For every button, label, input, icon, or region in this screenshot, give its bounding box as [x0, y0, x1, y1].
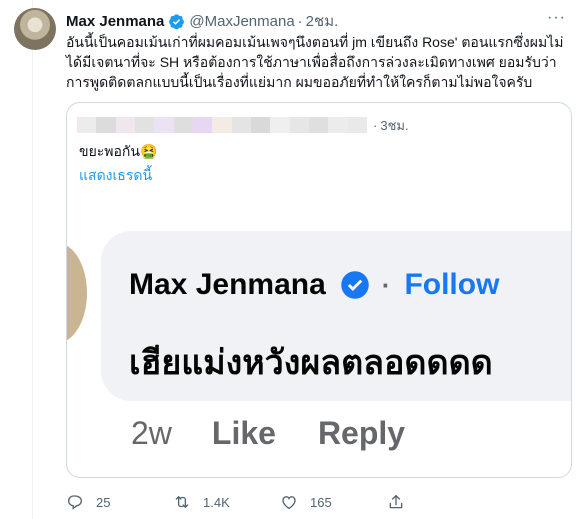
fb-reply-label: Reply: [317, 415, 406, 451]
retweet-count: 1.4K: [203, 494, 230, 510]
fb-verified-icon: [340, 270, 370, 300]
separator-dot: ·: [297, 12, 303, 30]
tweet-text-line-2: ได้มีเจตนาที่จะ SH หรือต้องการใช้ภาษาเพื…: [66, 54, 557, 70]
fb-commenter-avatar: [67, 243, 87, 343]
tweet-text-line-3: การพูดติดตลกแบบนี้เป็นเรื่องที่แย่มาก ผม…: [66, 74, 533, 90]
heart-icon: [282, 496, 296, 510]
blurred-username: [77, 117, 367, 133]
quote-text: ขยะพอกัน🤮: [79, 143, 158, 159]
quote-timestamp[interactable]: 3ชม.: [380, 115, 408, 136]
thread-line: [32, 0, 33, 519]
like-button[interactable]: 165: [280, 493, 387, 511]
tweet-text: อันนี้เป็นคอมเม้นเก่าที่ผมคอมเม้นเพจๆนึง…: [66, 32, 576, 92]
reply-icon: [67, 495, 83, 510]
fb-follow-label: Follow: [404, 268, 500, 301]
quote-separator-dot: ·: [373, 117, 378, 133]
show-thread-link[interactable]: แสดงเธรดนี้: [79, 165, 152, 187]
display-name[interactable]: Max Jenmana: [66, 13, 164, 30]
fb-comment-time: 2w: [131, 415, 172, 451]
share-icon: [389, 494, 403, 509]
fb-separator-dot: ·: [381, 269, 391, 300]
tweet-action-bar: 25 1.4K 165: [66, 493, 496, 511]
quote-tweet[interactable]: · 3ชม. ขยะพอกัน🤮 แสดงเธรดนี้ Max Jenmana…: [66, 102, 572, 478]
handle[interactable]: @MaxJenmana: [189, 13, 294, 30]
fb-comment-actions: 2w Like Reply: [131, 415, 405, 452]
fb-commenter-name: Max Jenmana: [129, 268, 326, 301]
tweet-text-line-1: อันนี้เป็นคอมเม้นเก่าที่ผมคอมเม้นเพจๆนึง…: [66, 34, 564, 50]
more-options-icon[interactable]: ···: [547, 9, 566, 27]
reply-button[interactable]: 25: [66, 493, 173, 511]
avatar[interactable]: [14, 8, 56, 50]
retweet-icon: [175, 496, 189, 508]
quote-header: · 3ชม.: [77, 115, 409, 135]
tweet-header: Max Jenmana @MaxJenmana · 2ชม. ···: [66, 9, 566, 33]
like-count: 165: [310, 494, 332, 510]
fb-comment-header: Max Jenmana · Follow: [129, 268, 499, 302]
reply-count: 25: [96, 494, 111, 510]
retweet-button[interactable]: 1.4K: [173, 493, 280, 511]
fb-comment-text: เฮียแม่งหวังผลตลอดดดด: [129, 344, 493, 382]
fb-like-label: Like: [211, 415, 276, 451]
timestamp[interactable]: 2ชม.: [306, 9, 339, 33]
verified-badge-icon: [168, 13, 185, 30]
share-button[interactable]: [387, 493, 494, 511]
